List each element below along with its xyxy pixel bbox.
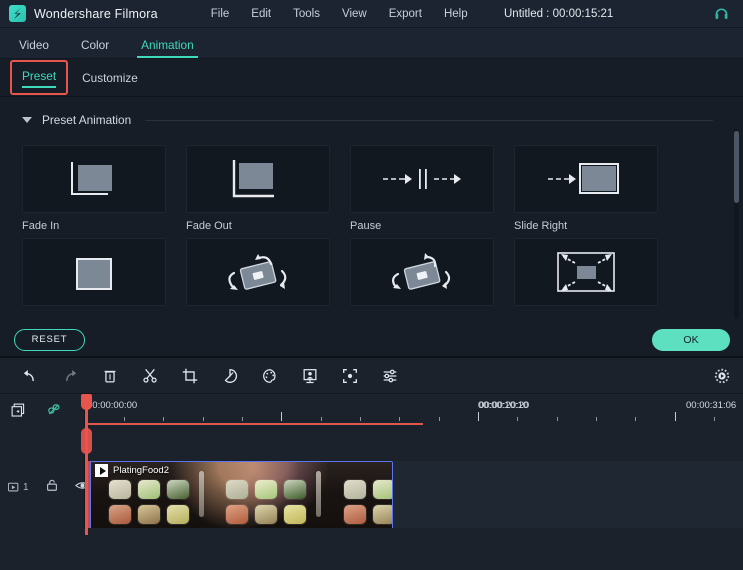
clip-play-icon: [95, 464, 108, 477]
track-controls: 1: [8, 478, 90, 497]
fade-out-icon: [232, 160, 274, 198]
animation-subtabs: Preset Customize: [0, 59, 743, 97]
timeline-track-head: 1: [0, 394, 90, 535]
headset-icon[interactable]: [713, 5, 730, 22]
tab-video[interactable]: Video: [15, 38, 53, 58]
preset-card-label: Fade In: [22, 220, 60, 232]
delete-icon[interactable]: [100, 366, 120, 386]
timeline-ruler[interactable]: 00:00:00:00 00:00:10:10: [85, 394, 743, 427]
slide-up-icon: [76, 258, 112, 290]
panel-action-bar: RESET OK: [0, 323, 743, 358]
lock-icon[interactable]: [45, 478, 59, 497]
menu-item-tools[interactable]: Tools: [293, 8, 320, 20]
preset-card-pause[interactable]: Pause: [350, 145, 494, 232]
preset-animation-group-header[interactable]: Preset Animation: [0, 97, 743, 127]
playhead-knob-body[interactable]: [81, 428, 92, 454]
preset-card-rotate-right[interactable]: [350, 238, 494, 313]
preset-thumb[interactable]: [514, 145, 658, 213]
clip-name-label: PlatingFood2: [113, 465, 169, 476]
playhead-knob-top[interactable]: [81, 394, 92, 410]
track-number-label: 1: [23, 482, 29, 493]
preset-card-label: Pause: [350, 220, 382, 232]
zoom-out-icon: [557, 252, 615, 292]
tab-color[interactable]: Color: [77, 38, 113, 58]
preset-grid: Fade In Fade Out Pause Slide Right: [0, 127, 743, 313]
playhead[interactable]: [81, 394, 92, 535]
reset-button[interactable]: RESET: [14, 328, 85, 351]
empty-track-row[interactable]: [85, 427, 743, 461]
ok-button[interactable]: OK: [652, 328, 730, 351]
ruler-label: 00:00:10:10: [478, 400, 529, 411]
crop-icon[interactable]: [180, 366, 200, 386]
group-title: Preset Animation: [42, 113, 132, 127]
menu-item-edit[interactable]: Edit: [251, 8, 271, 20]
menu-item-view[interactable]: View: [342, 8, 367, 20]
auto-enhance-icon[interactable]: [340, 366, 360, 386]
preset-thumb[interactable]: [186, 145, 330, 213]
edit-toolbar: [0, 358, 743, 393]
timeline-bottom-strip: [0, 528, 743, 534]
filmora-logo-icon: [9, 5, 26, 22]
chevron-down-icon[interactable]: [22, 117, 32, 123]
preset-thumb[interactable]: [186, 238, 330, 306]
tab-animation[interactable]: Animation: [137, 38, 199, 58]
preset-tab-highlight: Preset: [10, 60, 69, 95]
preset-thumb[interactable]: [22, 145, 166, 213]
preset-thumb[interactable]: [350, 145, 494, 213]
title-bar: Wondershare Filmora File Edit Tools View…: [0, 0, 743, 28]
app-brand-name: Wondershare Filmora: [34, 6, 158, 21]
fade-in-icon: [71, 162, 112, 195]
preset-animation-panel: Preset Animation Fade In Fade Out Pause …: [0, 97, 743, 323]
preset-thumb[interactable]: [350, 238, 494, 306]
track-number: 1: [8, 482, 29, 493]
rotate-left-icon: [228, 254, 287, 290]
add-media-icon[interactable]: [10, 402, 27, 424]
green-screen-icon[interactable]: [300, 366, 320, 386]
playback-range-indicator: [85, 423, 423, 425]
pause-icon: [383, 169, 461, 189]
preset-card-rotate-left[interactable]: [186, 238, 330, 313]
preset-thumb[interactable]: [22, 238, 166, 306]
split-scissors-icon[interactable]: [140, 366, 160, 386]
preset-thumb[interactable]: [514, 238, 658, 306]
preset-card-label: Slide Right: [514, 220, 568, 232]
menu-item-file[interactable]: File: [211, 8, 230, 20]
menu-item-help[interactable]: Help: [444, 8, 468, 20]
property-tabs: Video Color Animation: [0, 28, 743, 59]
slide-right-icon: [548, 163, 619, 194]
subtab-customize[interactable]: Customize: [82, 71, 138, 85]
ruler-label: 00:00:00:00: [87, 400, 138, 411]
project-title: Untitled : 00:00:15:21: [504, 7, 614, 20]
subtab-preset[interactable]: Preset: [22, 69, 57, 88]
preset-card-label: Fade Out: [186, 220, 232, 232]
render-settings-icon[interactable]: [713, 367, 731, 385]
rotate-right-icon: [391, 253, 451, 290]
preset-card-fade-in[interactable]: Fade In: [22, 145, 166, 232]
preset-card-slide-up[interactable]: [22, 238, 166, 313]
timeline-clip[interactable]: PlatingFood2: [90, 461, 393, 531]
panel-scrollbar-thumb[interactable]: [734, 131, 739, 203]
adjust-sliders-icon[interactable]: [380, 366, 400, 386]
link-unlink-icon[interactable]: [45, 402, 62, 424]
redo-icon[interactable]: [60, 366, 80, 386]
color-palette-icon[interactable]: [260, 366, 280, 386]
menu-item-export[interactable]: Export: [389, 8, 422, 20]
preset-card-fade-out[interactable]: Fade Out: [186, 145, 330, 232]
preset-card-zoom-out[interactable]: [514, 238, 658, 313]
group-divider: [145, 119, 713, 121]
preset-card-slide-right[interactable]: Slide Right: [514, 145, 658, 232]
main-menu: File Edit Tools View Export Help: [211, 8, 468, 20]
undo-icon[interactable]: [20, 366, 40, 386]
clip-title-row: PlatingFood2: [95, 464, 169, 477]
timeline: 1 00:00:00:00 00:00:10:10 00:00:20:20 00…: [0, 393, 743, 535]
speed-icon[interactable]: [220, 366, 240, 386]
timeline-tracks[interactable]: PlatingFood2: [85, 427, 743, 534]
video-track-icon: [8, 482, 19, 492]
